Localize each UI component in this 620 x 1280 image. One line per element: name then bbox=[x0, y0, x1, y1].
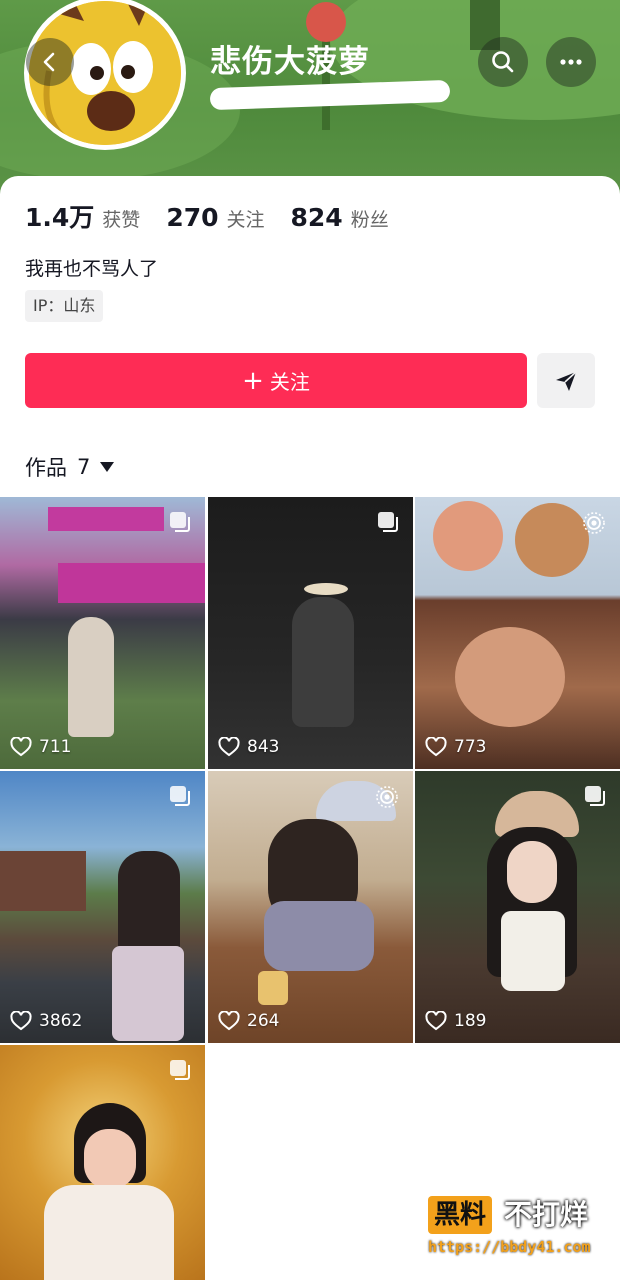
follow-button-label: 关注 bbox=[269, 370, 310, 394]
profile-header-background: 悲伤大菠萝 bbox=[0, 0, 620, 200]
video-thumbnail[interactable]: 189 bbox=[415, 771, 620, 1043]
followers-count: 824 bbox=[290, 203, 343, 232]
heart-outline-icon bbox=[10, 737, 32, 757]
following-label[interactable]: 关注 bbox=[227, 205, 265, 232]
stats-row: 1.4万 获赞 270 关注 824 粉丝 bbox=[25, 198, 415, 234]
message-button[interactable] bbox=[537, 353, 595, 408]
cabin-shape bbox=[0, 851, 86, 911]
multi-image-icon bbox=[377, 511, 399, 537]
likes-count-text: 711 bbox=[39, 737, 72, 757]
likes-count-text: 189 bbox=[454, 1011, 487, 1031]
watermark-url: https://bbdy41.com bbox=[428, 1238, 591, 1256]
live-photo-icon bbox=[582, 511, 606, 539]
hat-shape bbox=[304, 583, 348, 595]
person-face bbox=[84, 1129, 136, 1189]
heart-outline-icon bbox=[425, 1011, 447, 1031]
following-count: 270 bbox=[166, 203, 219, 232]
watermark-badge: 黑料 bbox=[428, 1196, 493, 1234]
stage-banner bbox=[48, 507, 164, 531]
person-dress bbox=[112, 946, 184, 1041]
live-photo-icon bbox=[375, 785, 399, 813]
search-icon bbox=[492, 51, 514, 73]
multi-image-icon bbox=[169, 785, 191, 811]
person-top bbox=[501, 911, 565, 991]
video-thumbnail[interactable]: 264 bbox=[208, 771, 413, 1043]
person-face bbox=[507, 841, 557, 903]
likes-count: 1.4万 bbox=[25, 203, 95, 232]
works-count: 7 bbox=[77, 455, 91, 479]
chevron-left-icon bbox=[43, 52, 55, 72]
watermark-text: 不打烊 bbox=[504, 1198, 589, 1231]
more-dots-icon bbox=[560, 59, 582, 65]
video-likes: 773 bbox=[425, 737, 486, 757]
send-arrow-icon bbox=[556, 370, 577, 391]
likes-count-text: 773 bbox=[454, 737, 487, 757]
username: 悲伤大菠萝 bbox=[210, 44, 370, 80]
heart-outline-icon bbox=[218, 1011, 240, 1031]
heart-outline-icon bbox=[425, 737, 447, 757]
video-thumbnail[interactable]: 773 bbox=[415, 497, 620, 769]
works-tab-label: 作品 bbox=[25, 456, 67, 480]
followers-label[interactable]: 粉丝 bbox=[351, 205, 389, 232]
likes-count-text: 843 bbox=[247, 737, 280, 757]
multi-image-icon bbox=[169, 511, 191, 537]
stage-screen bbox=[58, 563, 205, 603]
heart-outline-icon bbox=[10, 1011, 32, 1031]
person-top bbox=[44, 1185, 174, 1280]
cartoon-face bbox=[515, 503, 589, 577]
heart-outline-icon bbox=[218, 737, 240, 757]
video-likes: 189 bbox=[425, 1011, 486, 1031]
caret-down-icon bbox=[100, 462, 115, 472]
likes-label[interactable]: 获赞 bbox=[102, 205, 140, 232]
video-likes: 711 bbox=[10, 737, 71, 757]
video-thumbnail[interactable]: 3862 bbox=[0, 771, 205, 1043]
video-likes: 3862 bbox=[10, 1011, 82, 1031]
likes-count-text: 264 bbox=[247, 1011, 280, 1031]
multi-image-icon bbox=[169, 1059, 191, 1085]
tab-works[interactable]: 作品 7 bbox=[25, 452, 115, 482]
plus-icon: + bbox=[242, 365, 264, 396]
site-watermark: 黑料 不打烊 https://bbdy41.com bbox=[428, 1196, 604, 1260]
drink-cup bbox=[258, 971, 288, 1005]
video-likes: 843 bbox=[218, 737, 279, 757]
profile-card: 1.4万 获赞 270 关注 824 粉丝 我再也不骂人了 IP：山东 + 关注… bbox=[0, 176, 620, 506]
video-thumbnail[interactable]: 843 bbox=[208, 497, 413, 769]
search-button[interactable] bbox=[478, 37, 528, 87]
bio-text: 我再也不骂人了 bbox=[25, 258, 159, 280]
person-figure bbox=[68, 617, 114, 737]
video-likes: 264 bbox=[218, 1011, 279, 1031]
person-face bbox=[455, 627, 565, 727]
video-thumbnail[interactable]: 711 bbox=[0, 497, 205, 769]
back-button[interactable] bbox=[26, 38, 74, 86]
follow-button[interactable]: + 关注 bbox=[25, 353, 527, 408]
redaction-mark bbox=[209, 79, 451, 111]
more-button[interactable] bbox=[546, 37, 596, 87]
video-thumbnail[interactable] bbox=[0, 1045, 205, 1280]
likes-count-text: 3862 bbox=[39, 1011, 83, 1031]
ip-location-tag: IP：山东 bbox=[25, 290, 104, 322]
person-shirt bbox=[264, 901, 374, 971]
multi-image-icon bbox=[584, 785, 606, 811]
cartoon-face bbox=[433, 501, 503, 571]
person-figure bbox=[292, 597, 354, 727]
